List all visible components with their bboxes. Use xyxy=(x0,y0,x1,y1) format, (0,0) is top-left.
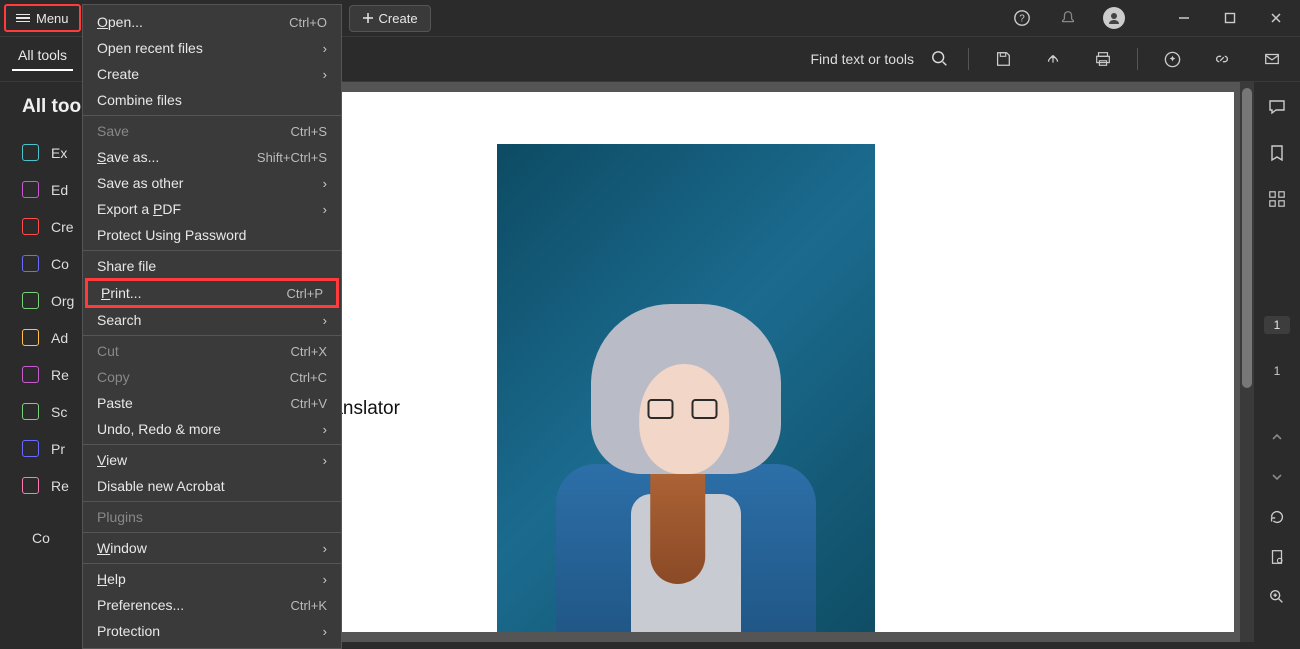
menu-item-paste[interactable]: PasteCtrl+V xyxy=(83,390,341,416)
tool-icon xyxy=(22,181,39,198)
rotate-icon[interactable] xyxy=(1266,506,1288,528)
sidebar-item[interactable]: Ad xyxy=(0,319,82,356)
mail-icon[interactable] xyxy=(1256,43,1288,75)
menu-item-help[interactable]: Help› xyxy=(83,566,341,592)
sidebar-item[interactable]: Org xyxy=(0,282,82,319)
sidebar: All tools Ex Ed Cre Co Org Ad Re Sc Pr R… xyxy=(0,82,82,642)
menu-item-protection[interactable]: Protection› xyxy=(83,618,341,644)
sidebar-item[interactable]: Pr xyxy=(0,430,82,467)
menu-item-print[interactable]: Print...Ctrl+P xyxy=(87,280,337,306)
search-icon[interactable] xyxy=(924,43,956,75)
page-current[interactable]: 1 xyxy=(1264,316,1291,334)
menu-item-window[interactable]: Window› xyxy=(83,535,341,561)
account-icon[interactable] xyxy=(1098,2,1130,34)
sidebar-item[interactable]: Co xyxy=(0,245,82,282)
menu-item-preferences[interactable]: Preferences...Ctrl+K xyxy=(83,592,341,618)
menu-item-save-other[interactable]: Save as other› xyxy=(83,170,341,196)
svg-text:?: ? xyxy=(1019,14,1025,25)
menu-item-open[interactable]: Open...Ctrl+O xyxy=(83,9,341,35)
menu-item-save-as[interactable]: Save as...Shift+Ctrl+S xyxy=(83,144,341,170)
menu-item-protect[interactable]: Protect Using Password xyxy=(83,222,341,248)
create-button-label: Create xyxy=(379,11,418,26)
bookmark-icon[interactable] xyxy=(1266,142,1288,164)
page-properties-icon[interactable] xyxy=(1266,546,1288,568)
menu-item-undo-redo[interactable]: Undo, Redo & more› xyxy=(83,416,341,442)
menu-item-disable[interactable]: Disable new Acrobat xyxy=(83,473,341,499)
help-icon[interactable]: ? xyxy=(1006,2,1038,34)
sidebar-item[interactable]: Ed xyxy=(0,171,82,208)
main-menu-dropdown: Open...Ctrl+O Open recent files› Create›… xyxy=(82,4,342,649)
page-down-icon[interactable] xyxy=(1266,466,1288,488)
tool-icon xyxy=(22,329,39,346)
sidebar-item[interactable]: Sc xyxy=(0,393,82,430)
sidebar-footer[interactable]: Co xyxy=(0,520,82,556)
menu-item-open-recent[interactable]: Open recent files› xyxy=(83,35,341,61)
tool-icon xyxy=(22,477,39,494)
tool-icon xyxy=(22,255,39,272)
document-image xyxy=(497,144,875,632)
plus-icon xyxy=(362,12,374,24)
menu-button[interactable]: Menu xyxy=(4,4,81,32)
menu-item-view[interactable]: View› xyxy=(83,447,341,473)
right-panel: 1 1 xyxy=(1254,82,1300,642)
zoom-icon[interactable] xyxy=(1266,586,1288,608)
sidebar-item[interactable]: Re xyxy=(0,356,82,393)
tool-icon xyxy=(22,366,39,383)
thumbnails-icon[interactable] xyxy=(1266,188,1288,210)
menu-item-create[interactable]: Create› xyxy=(83,61,341,87)
hamburger-icon xyxy=(16,14,30,23)
minimize-button[interactable] xyxy=(1168,2,1200,34)
menu-item-combine[interactable]: Combine files xyxy=(83,87,341,113)
tool-icon xyxy=(22,440,39,457)
tab-all-tools[interactable]: All tools xyxy=(12,47,73,71)
ai-assist-icon[interactable] xyxy=(1156,43,1188,75)
scrollbar-thumb[interactable] xyxy=(1242,88,1252,388)
scrollbar[interactable] xyxy=(1240,82,1254,642)
menu-item-plugins: Plugins xyxy=(83,504,341,530)
sidebar-title: All tools xyxy=(0,96,82,134)
menu-item-export-pdf[interactable]: Export a PDF› xyxy=(83,196,341,222)
page-up-icon[interactable] xyxy=(1266,426,1288,448)
create-button[interactable]: Create xyxy=(349,5,431,32)
menu-item-copy: CopyCtrl+C xyxy=(83,364,341,390)
print-icon[interactable] xyxy=(1087,43,1119,75)
maximize-button[interactable] xyxy=(1214,2,1246,34)
menu-item-cut: CutCtrl+X xyxy=(83,338,341,364)
menu-item-share[interactable]: Share file xyxy=(83,253,341,279)
bell-icon[interactable] xyxy=(1052,2,1084,34)
upload-icon[interactable] xyxy=(1037,43,1069,75)
menu-item-search[interactable]: Search› xyxy=(83,307,341,333)
menu-button-label: Menu xyxy=(36,11,69,26)
comment-icon[interactable] xyxy=(1266,96,1288,118)
tool-icon xyxy=(22,144,39,161)
tool-icon xyxy=(22,403,39,420)
sidebar-item[interactable]: Cre xyxy=(0,208,82,245)
save-icon[interactable] xyxy=(987,43,1019,75)
sidebar-item[interactable]: Ex xyxy=(0,134,82,171)
tool-icon xyxy=(22,292,39,309)
sidebar-item[interactable]: Re xyxy=(0,467,82,504)
page-total: 1 xyxy=(1274,364,1281,378)
tool-icon xyxy=(22,218,39,235)
link-icon[interactable] xyxy=(1206,43,1238,75)
close-button[interactable] xyxy=(1260,2,1292,34)
find-text-label[interactable]: Find text or tools xyxy=(811,51,915,67)
menu-item-save: SaveCtrl+S xyxy=(83,118,341,144)
